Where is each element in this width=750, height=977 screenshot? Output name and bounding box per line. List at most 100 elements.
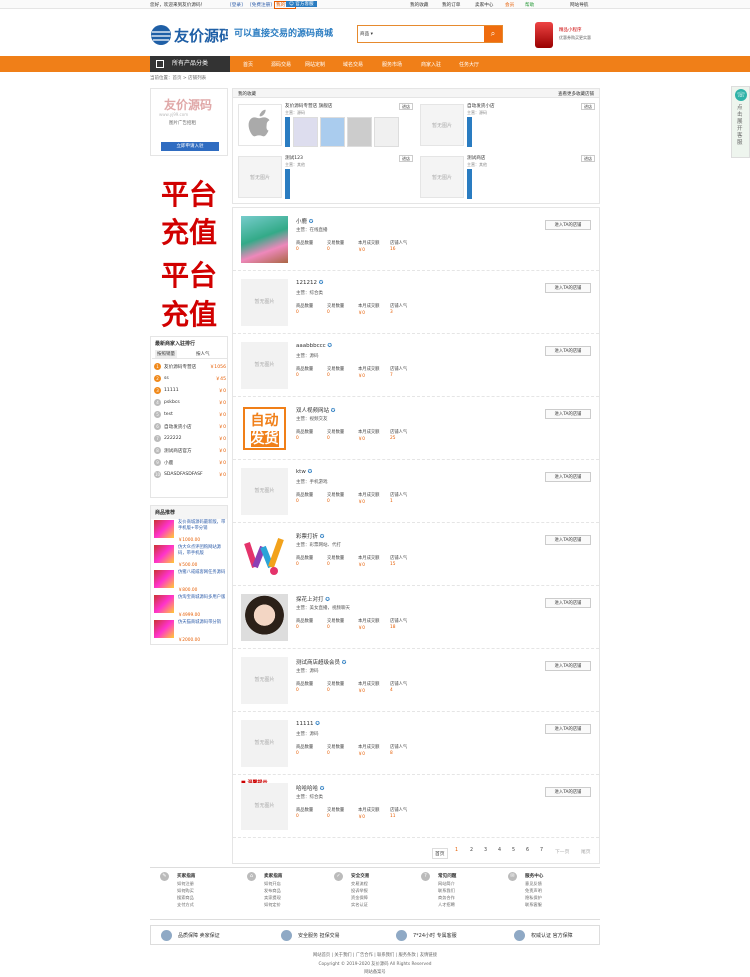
shop-avatar[interactable] [241, 216, 288, 263]
top-link-2[interactable]: 卖家中心 [475, 2, 493, 8]
shop-avatar[interactable]: 暂无图片 [241, 720, 288, 767]
shop-name[interactable]: ktw ✪ [296, 469, 312, 475]
enter-shop-button[interactable]: 进店 [581, 155, 595, 162]
top-link-1[interactable]: 我的订单 [442, 2, 460, 8]
promo-text-1[interactable]: 平台 [150, 173, 228, 213]
enter-shop-button[interactable]: 进入TA的店铺 [545, 724, 591, 734]
recommend-item[interactable]: 仿淘宝商城源码多用户版 ￥4999.00 [154, 595, 228, 618]
promo-text-2[interactable]: 充值 [150, 211, 228, 251]
enter-shop-button[interactable]: 进店 [399, 103, 413, 110]
promo-text-3[interactable]: 平台 [150, 254, 228, 294]
login-link[interactable]: [登录] [230, 2, 243, 8]
footer-link[interactable]: 人才招聘 [438, 902, 455, 908]
enter-shop-button[interactable]: 进入TA的店铺 [545, 283, 591, 293]
enter-shop-button[interactable]: 进入TA的店铺 [545, 535, 591, 545]
favorite-shop-name[interactable]: 自动发货小店 [467, 103, 495, 109]
footer-link[interactable]: 免责声明 [525, 888, 542, 894]
shop-logo[interactable]: 暂无图片 [420, 104, 464, 146]
search-type-select[interactable]: 商品 ▾ [360, 31, 373, 37]
page-5[interactable]: 5 [512, 848, 515, 853]
shop-avatar[interactable]: 暂无图片 [241, 279, 288, 326]
footer-link[interactable]: 发布商品 [264, 888, 281, 894]
footer-link[interactable]: 商务合作 [438, 895, 455, 901]
shop-name[interactable]: 测试商店超级会员 ✪ [296, 658, 346, 666]
shop-name[interactable]: 彩票打折 ✪ [296, 532, 324, 540]
footer-link[interactable]: 搜索商品 [177, 895, 194, 901]
site-logo[interactable]: 友价源码 [150, 22, 228, 48]
favorite-shop-name[interactable]: 测试商店 [467, 155, 485, 161]
rank-item[interactable]: 1 友价源码专营店 ￥1056 [152, 362, 228, 374]
rank-item[interactable]: 3 11111 ￥0 [152, 386, 228, 398]
footer-link[interactable]: 资金保障 [351, 895, 368, 901]
page-4[interactable]: 4 [498, 848, 501, 853]
page-1[interactable]: 1 [455, 848, 458, 853]
footer-link[interactable]: 如何定价 [264, 902, 281, 908]
footer-link[interactable]: 联系我们 [438, 888, 455, 894]
rank-item[interactable]: 2 ss ￥45 [152, 374, 228, 386]
enter-shop-button[interactable]: 进入TA的店铺 [545, 409, 591, 419]
nav-item-4[interactable]: 服务市场 [382, 61, 402, 68]
favorite-shop-name[interactable]: 友价源码专营店 旗舰店 [285, 103, 332, 109]
shop-name[interactable]: 121212 ✪ [296, 280, 323, 286]
footer-link[interactable]: 实名认证 [351, 902, 368, 908]
footer-link[interactable]: 意见反馈 [525, 881, 542, 887]
rank-item[interactable]: 9 小鹿 ￥0 [152, 458, 228, 470]
favorites-more-link[interactable]: 查看更多收藏店铺 [558, 91, 594, 97]
top-link-3[interactable]: 会员 [505, 2, 514, 8]
icp[interactable]: 网站备案号 [0, 969, 750, 975]
enter-shop-button[interactable]: 进入TA的店铺 [545, 346, 591, 356]
category-menu[interactable]: 所有产品分类 [150, 56, 230, 72]
shop-avatar[interactable]: 暂无图片 [241, 657, 288, 704]
enter-shop-button[interactable]: 进入TA的店铺 [545, 598, 591, 608]
shop-name[interactable]: 小鹿 ✪ [296, 217, 313, 225]
register-link[interactable]: [免费注册] [250, 2, 272, 8]
favorite-shop-name[interactable]: 测试123 [285, 155, 303, 161]
shop-logo[interactable]: 暂无图片 [420, 156, 464, 198]
service-pill[interactable]: ☺ 官方客服 [286, 1, 317, 7]
nav-item-2[interactable]: 网站定制 [305, 61, 325, 68]
shop-avatar[interactable]: 自动 发货 [241, 405, 288, 452]
enter-shop-button[interactable]: 进入TA的店铺 [545, 220, 591, 230]
top-link-5[interactable]: 网站导航 [570, 2, 588, 8]
footer-link[interactable]: 如何开店 [264, 881, 281, 887]
enter-shop-button[interactable]: 进入TA的店铺 [545, 661, 591, 671]
nav-item-0[interactable]: 首页 [243, 61, 253, 68]
recommend-item[interactable]: 仿大众点评团购网站源码，带手机版 ￥500.00 [154, 545, 228, 568]
rank-item[interactable]: 7 222222 ￥0 [152, 434, 228, 446]
left-ad[interactable]: 友价源码 www.yj99.com 图片广告招租 立即申请入驻 [150, 88, 228, 156]
shop-avatar[interactable]: 暂无图片 [241, 468, 288, 515]
shop-avatar[interactable] [241, 531, 288, 578]
top-link-0[interactable]: 我的收藏 [410, 2, 428, 8]
tab-by-sales[interactable]: 按照销量 [155, 350, 177, 358]
customer-service-tab[interactable]: ☏ 点击展开客服 [731, 86, 750, 158]
page-7[interactable]: 7 [540, 848, 543, 853]
shop-name[interactable]: aaabbbccc ✪ [296, 343, 332, 349]
page-first[interactable]: 首页 [432, 848, 448, 859]
shop-name[interactable]: 哈哈哈哈 ✪ [296, 784, 324, 792]
search-input[interactable] [382, 27, 482, 41]
enter-shop-button[interactable]: 进入TA的店铺 [545, 472, 591, 482]
footer-link[interactable]: 如何购买 [177, 888, 194, 894]
rank-item[interactable]: 6 自动发货小店 ￥0 [152, 422, 228, 434]
rank-item[interactable]: 5 test ￥0 [152, 410, 228, 422]
shop-name[interactable]: 11111 ✪ [296, 721, 320, 727]
recommend-item[interactable]: 仿天猫商城源码带分销 ￥2000.00 [154, 620, 228, 643]
recommend-item[interactable]: 仿猪八戒威客网任务源码 ￥800.00 [154, 570, 228, 593]
shop-logo[interactable]: 暂无图片 [238, 156, 282, 198]
rank-item[interactable]: 8 测试商店官方 ￥0 [152, 446, 228, 458]
footer-link[interactable]: 网站简介 [438, 881, 455, 887]
footer-link[interactable]: 如何注册 [177, 881, 194, 887]
shop-avatar[interactable]: 暂无图片 [241, 783, 288, 830]
footer-link[interactable]: 联系客服 [525, 902, 542, 908]
nav-item-3[interactable]: 域名交易 [343, 61, 363, 68]
product-thumb[interactable] [347, 117, 372, 147]
page-3[interactable]: 3 [484, 848, 487, 853]
promo-text-4[interactable]: 充值 [150, 293, 228, 333]
shop-name[interactable]: 双人视频网站 ✪ [296, 406, 335, 414]
product-thumb[interactable] [320, 117, 345, 147]
footer-link[interactable]: 投诉举报 [351, 888, 368, 894]
shop-avatar[interactable]: 暂无图片 [241, 342, 288, 389]
footer-link[interactable]: 卖家提现 [264, 895, 281, 901]
header-ad[interactable]: 精品小程序 优惠券购买更实惠 [535, 22, 600, 50]
page-6[interactable]: 6 [526, 848, 529, 853]
